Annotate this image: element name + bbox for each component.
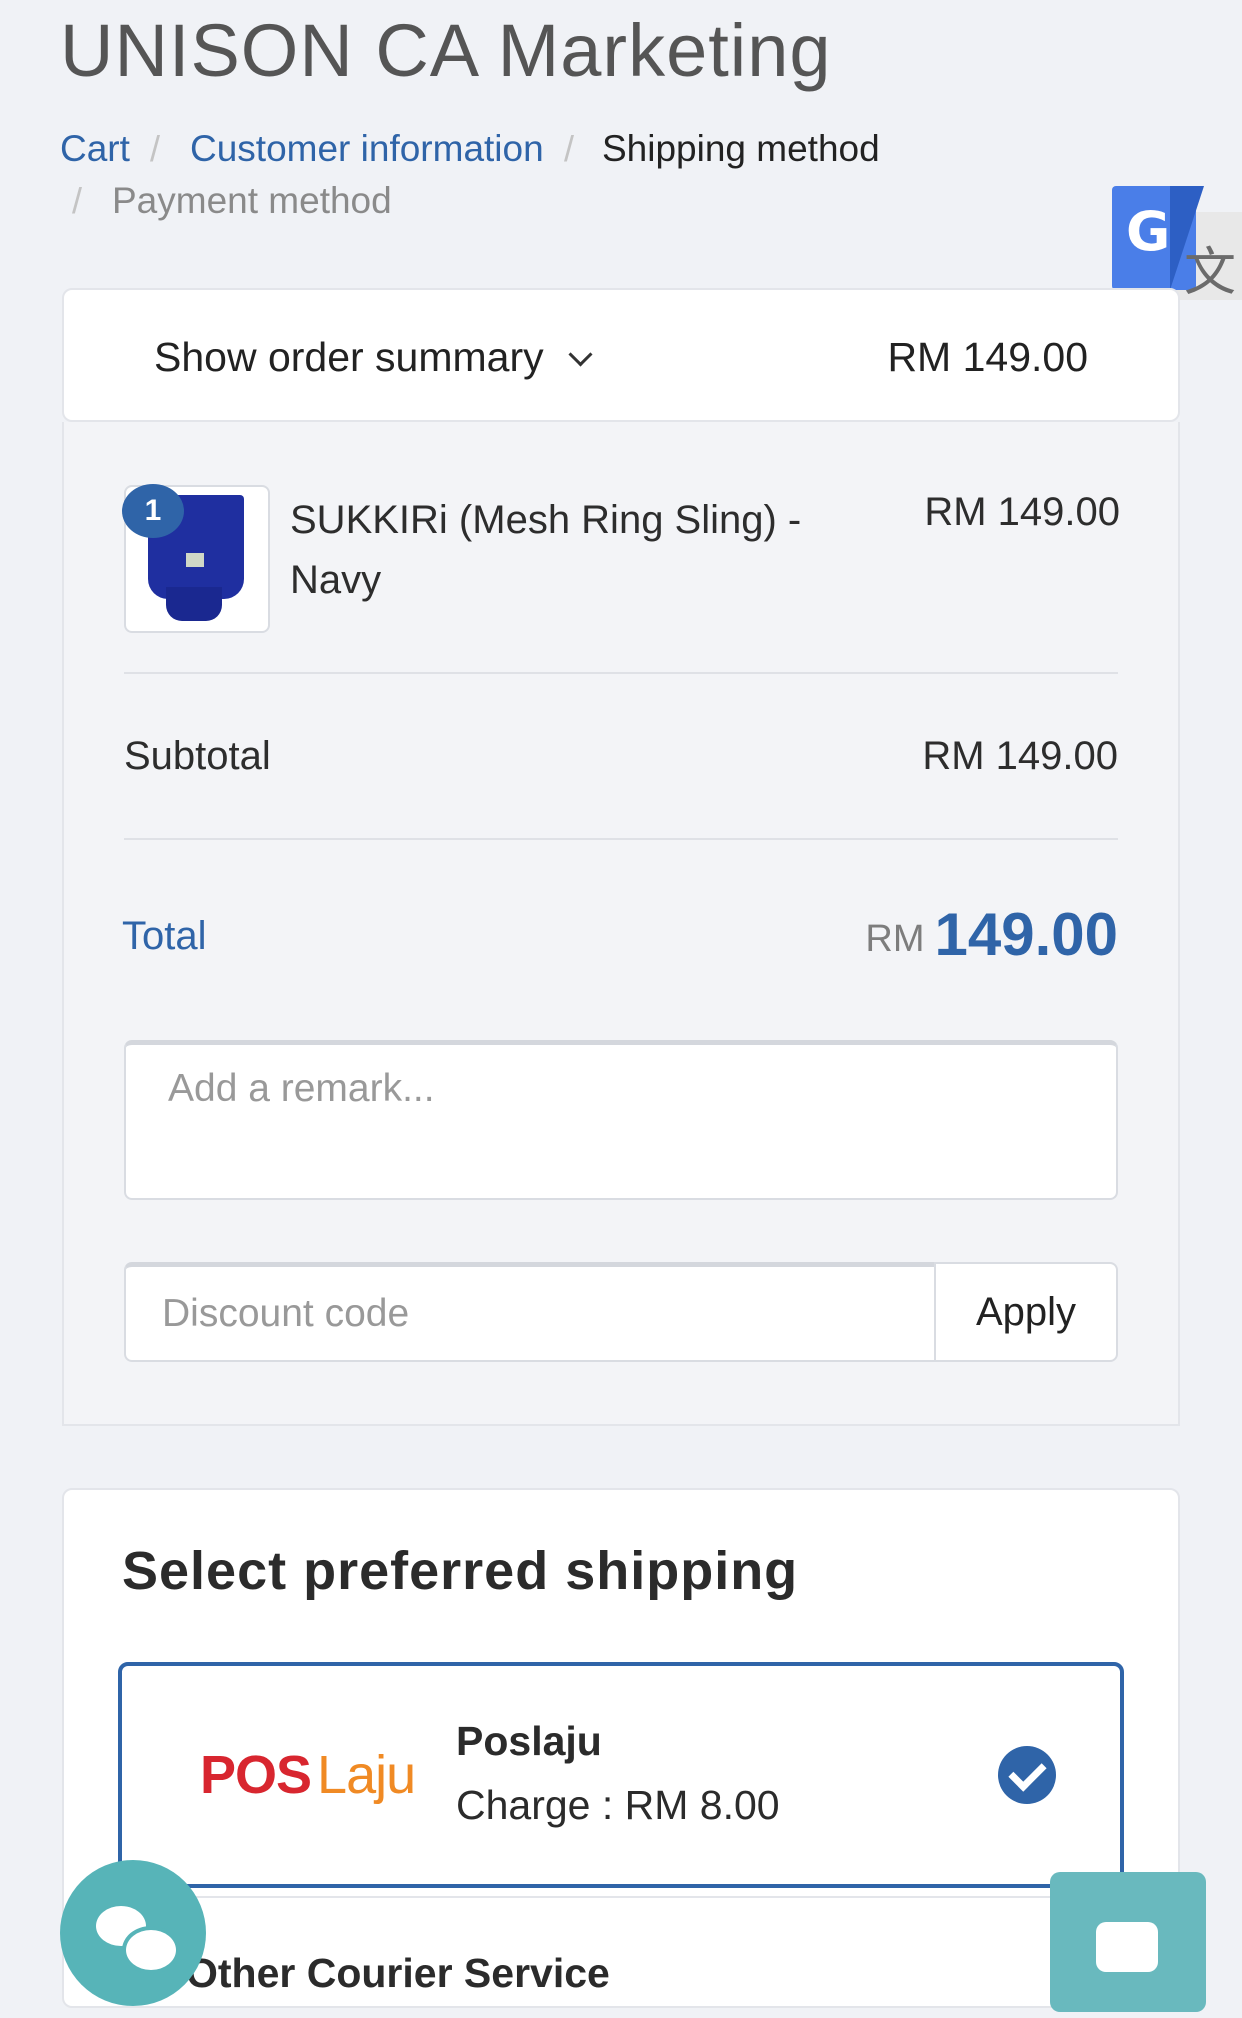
breadcrumb-cart[interactable]: Cart <box>60 128 130 170</box>
product-image-bag-bottom <box>166 587 222 621</box>
breadcrumb-customer-information[interactable]: Customer information <box>190 128 544 170</box>
divider <box>124 672 1118 674</box>
shipping-option-name: Poslaju <box>456 1718 602 1764</box>
poslaju-logo-laju: Laju <box>317 1745 416 1805</box>
show-order-summary-button[interactable]: Show order summary <box>154 334 593 381</box>
shipping-option-other-name: Other Courier Service <box>186 1950 610 1996</box>
live-chat-button[interactable] <box>1050 1872 1206 2012</box>
selected-check-icon <box>998 1746 1056 1804</box>
breadcrumb-separator: / <box>72 180 83 221</box>
total-label: Total <box>122 914 207 958</box>
breadcrumb-separator: / <box>564 128 575 169</box>
translate-g-glyph: G <box>1126 200 1171 263</box>
summary-bar-total: RM 149.00 <box>887 334 1088 380</box>
store-title: UNISON CA Marketing <box>60 9 832 92</box>
poslaju-logo: POS Laju <box>200 1744 416 1806</box>
chat-bubble-icon <box>122 1926 180 1974</box>
breadcrumb-payment-method: Payment method <box>112 180 392 221</box>
subtotal-value: RM 149.00 <box>922 734 1118 778</box>
subtotal-label: Subtotal <box>124 734 271 778</box>
poslaju-logo-pos: POS <box>200 1745 312 1805</box>
translate-zh-glyph: 文 <box>1184 243 1237 303</box>
shipping-section-title: Select preferred shipping <box>122 1541 799 1601</box>
chevron-down-icon <box>568 342 593 367</box>
show-order-summary-label: Show order summary <box>154 334 544 380</box>
quantity-badge: 1 <box>122 484 184 538</box>
order-summary-toggle-bar[interactable]: Show order summary RM 149.00 <box>62 288 1180 422</box>
breadcrumb-separator: / <box>150 128 161 169</box>
total-amount: 149.00 <box>934 901 1118 968</box>
divider <box>124 838 1118 840</box>
total-currency: RM <box>865 918 925 960</box>
chat-bubbles-button[interactable] <box>60 1860 206 2006</box>
product-price: RM 149.00 <box>924 490 1120 534</box>
apply-discount-button[interactable]: Apply <box>934 1262 1118 1362</box>
discount-code-input[interactable] <box>126 1267 934 1360</box>
breadcrumb-shipping-method: Shipping method <box>602 128 880 169</box>
total-value: RM 149.00 <box>800 900 1118 969</box>
product-name: SUKKIRi (Mesh Ring Sling) - Navy <box>290 498 802 602</box>
discount-field-wrapper <box>124 1262 936 1362</box>
product-image-tag <box>186 553 204 567</box>
remark-field-wrapper <box>124 1040 1118 1200</box>
message-icon <box>1096 1922 1158 1972</box>
remark-textarea[interactable] <box>126 1045 1116 1198</box>
shipping-option-charge: Charge : RM 8.00 <box>456 1782 780 1828</box>
